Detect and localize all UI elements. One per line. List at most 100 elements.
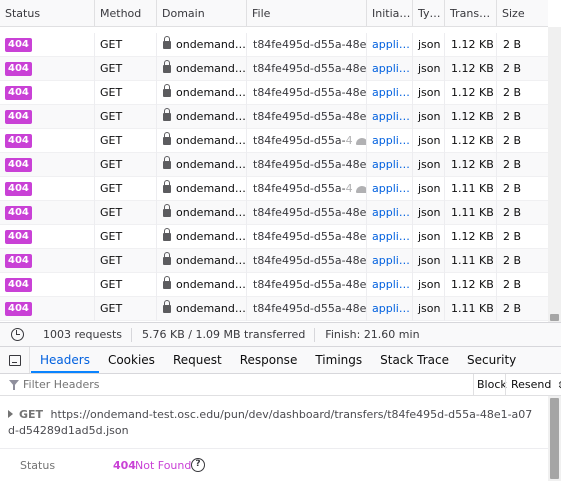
initiator-cell[interactable]: appli…: [367, 177, 413, 201]
initiator-cell[interactable]: appli…: [367, 33, 413, 57]
status-code: 404: [113, 459, 136, 472]
initiator-cell[interactable]: appli…: [367, 297, 413, 321]
size-cell: 2 B: [503, 230, 522, 243]
initiator-cell[interactable]: appli…: [367, 225, 413, 249]
file-cell: t84fe495d-d55a-4: [247, 177, 367, 201]
table-row[interactable]: 404 GET ondemand… t84fe495d-d55a-4 appli… jso…: [0, 129, 548, 153]
tab-response[interactable]: Response: [231, 347, 307, 373]
file-name: t84fe495d-d55a-48e1-: [253, 206, 367, 219]
table-row[interactable]: 404 GET ondemand… t84fe495d-d55a-48e1- appli…: [0, 249, 548, 273]
lock-icon: [163, 36, 171, 49]
initiator-cell[interactable]: appli…: [367, 153, 413, 177]
table-row[interactable]: 404 GET ondemand… t84fe495d-d55a-48e1- appli…: [0, 153, 548, 177]
status-cell: 404: [0, 57, 95, 81]
request-summary[interactable]: GET https://ondemand-test.osc.edu/pun/de…: [8, 407, 538, 439]
table-row[interactable]: 404 GET ondemand… t84fe495d-d55a-48e1- appli…: [0, 201, 548, 225]
column-header-type[interactable]: Ty…: [413, 0, 445, 27]
status-badge: 404: [5, 230, 32, 244]
transferred-cell: 1.11 KB: [445, 249, 497, 273]
table-row[interactable]: 404 GET ondemand… t84fe495d-d55a-48e1- appli…: [0, 297, 548, 321]
column-header-method[interactable]: Method: [95, 0, 157, 27]
file-cell: t84fe495d-d55a-48e1-: [247, 57, 367, 81]
transferred-cell: 1.12 KB: [445, 153, 497, 177]
file-name: t84fe495d-d55a-48e1-: [253, 110, 367, 123]
type-cell: json: [413, 105, 445, 129]
lock-icon: [163, 252, 171, 265]
transferred-cell: 1.11 KB: [445, 177, 497, 201]
tab-headers[interactable]: Headers: [31, 347, 99, 373]
domain-text: ondemand…: [176, 38, 246, 51]
file-name: t84fe495d-d55a-48e1-: [253, 278, 367, 291]
file-name: t84fe495d-d55a-48e1-: [253, 302, 367, 315]
table-row[interactable]: 404 GET ondemand… t84fe495d-d55a-48e1- appli…: [0, 273, 548, 297]
status-badge: 404: [5, 86, 32, 100]
transferred-cell: 1.12 KB: [445, 81, 497, 105]
table-row[interactable]: 404 GET ondemand… t84fe495d-d55a-48e1- appli…: [0, 33, 548, 57]
lock-icon: [163, 300, 171, 313]
transferred-cell: 1.12 KB: [445, 57, 497, 81]
domain-text: ondemand…: [176, 230, 246, 243]
summary-finish-time: Finish: 21.60 min: [314, 327, 428, 342]
table-row[interactable]: 404 GET ondemand… t84fe495d-d55a-4 appli… jso…: [0, 177, 548, 201]
method-cell: GET: [95, 105, 157, 129]
clock-icon: [11, 328, 24, 341]
tab-request[interactable]: Request: [164, 347, 231, 373]
initiator-cell[interactable]: appli…: [367, 201, 413, 225]
resend-button[interactable]: Resend ⇕: [505, 374, 561, 395]
status-cell: 404: [0, 33, 95, 57]
method-cell: GET: [95, 297, 157, 321]
column-header-domain[interactable]: Domain: [157, 0, 247, 27]
details-scrollbar[interactable]: [548, 396, 561, 481]
domain-cell: ondemand…: [157, 225, 247, 249]
details-scrollbar-thumb[interactable]: [550, 398, 559, 479]
filter-headers-input[interactable]: [23, 374, 463, 395]
column-header-transferred[interactable]: Trans…: [445, 0, 497, 27]
size-cell: 2 B: [503, 302, 522, 315]
file-name: t84fe495d-d55a-48e1-: [253, 38, 367, 51]
transferred-cell: 1.12 KB: [445, 225, 497, 249]
domain-text: ondemand…: [176, 158, 246, 171]
lock-icon: [163, 228, 171, 241]
column-header-file[interactable]: File: [247, 0, 367, 27]
table-row[interactable]: 404 GET ondemand… t84fe495d-d55a-48e1- appli…: [0, 57, 548, 81]
initiator-cell[interactable]: appli…: [367, 273, 413, 297]
tab-stack-trace[interactable]: Stack Trace: [371, 347, 458, 373]
method-cell: GET: [95, 249, 157, 273]
domain-text: ondemand…: [176, 182, 246, 195]
tab-cookies[interactable]: Cookies: [99, 347, 164, 373]
initiator-cell[interactable]: appli…: [367, 129, 413, 153]
toggle-sidebar-button[interactable]: [0, 347, 30, 373]
details-tab-bar: Headers Cookies Request Response Timings Stac…: [0, 347, 561, 374]
table-row[interactable]: 404 GET ondemand… t84fe495d-d55a-48e1- appli…: [0, 105, 548, 129]
size-cell: 2 B: [503, 38, 522, 51]
size-cell: 2 B: [503, 206, 522, 219]
file-name: t84fe495d-d55a-: [253, 134, 346, 147]
tab-timings[interactable]: Timings: [306, 347, 371, 373]
initiator-cell[interactable]: appli…: [367, 81, 413, 105]
tab-security[interactable]: Security: [458, 347, 525, 373]
status-badge: 404: [5, 254, 32, 268]
status-label: Status: [20, 459, 56, 472]
status-cell: 404: [0, 129, 95, 153]
status-cell: 404: [0, 297, 95, 321]
table-scrollbar-thumb[interactable]: [550, 314, 559, 321]
help-icon[interactable]: ?: [191, 458, 205, 472]
headers-filter-bar: Block Resend ⇕: [0, 374, 561, 396]
network-request-table: Status Method Domain File Initia… Ty… Tr…: [0, 0, 561, 322]
twisty-icon[interactable]: [8, 410, 13, 418]
initiator-cell[interactable]: appli…: [367, 57, 413, 81]
lock-icon: [163, 84, 171, 97]
column-header-status[interactable]: Status: [0, 0, 95, 27]
method-cell: GET: [95, 153, 157, 177]
table-row[interactable]: 404 GET ondemand… t84fe495d-d55a-48e1- appli…: [0, 81, 548, 105]
turtle-icon: [355, 138, 366, 145]
column-header-size[interactable]: Size: [497, 0, 548, 27]
initiator-cell[interactable]: appli…: [367, 249, 413, 273]
summary-request-count: 1003 requests: [43, 327, 123, 341]
table-row[interactable]: 404 GET ondemand… t84fe495d-d55a-48e1- appli…: [0, 225, 548, 249]
initiator-cell[interactable]: appli…: [367, 105, 413, 129]
table-scrollbar[interactable]: [548, 27, 561, 322]
size-cell: 2 B: [503, 134, 522, 147]
resend-label: Resend: [511, 378, 552, 391]
column-header-initiator[interactable]: Initia…: [367, 0, 413, 27]
